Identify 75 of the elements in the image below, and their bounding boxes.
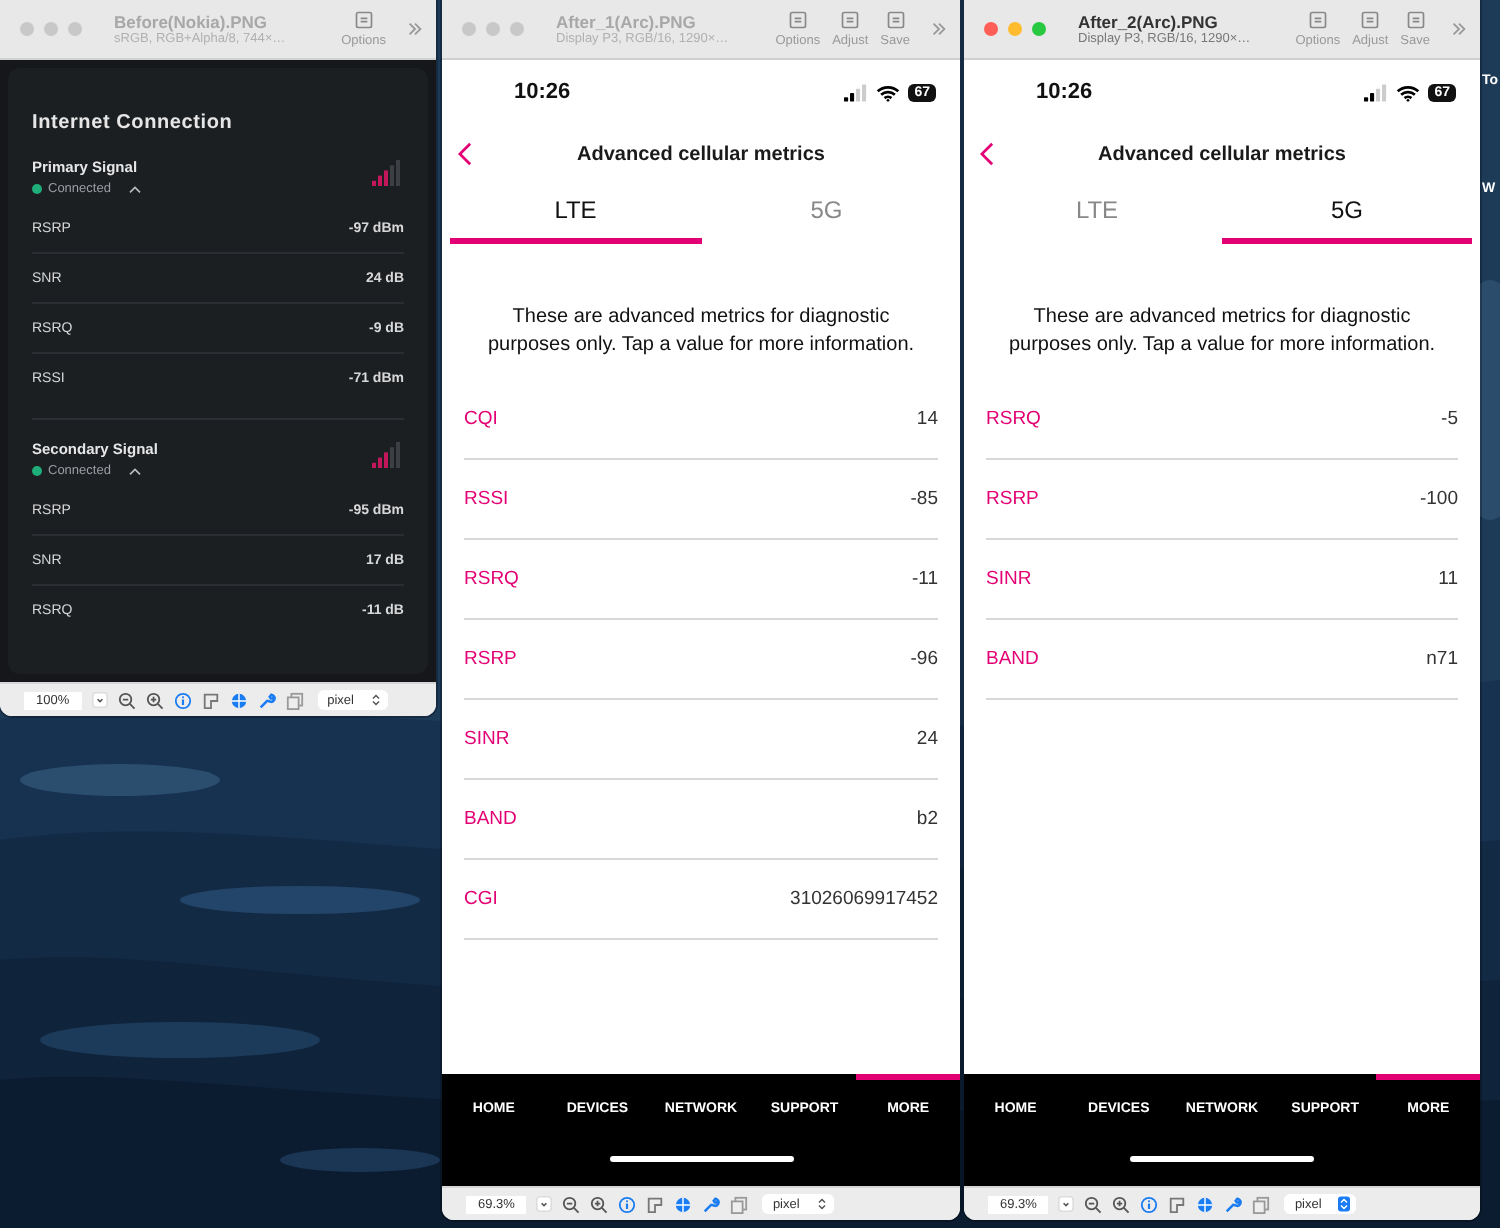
metric-row[interactable]: BAND b2 bbox=[464, 780, 938, 860]
pages-icon[interactable] bbox=[1252, 1195, 1271, 1213]
document-icon bbox=[1360, 10, 1381, 30]
info-icon[interactable] bbox=[618, 1195, 637, 1213]
wifi-icon bbox=[1396, 83, 1421, 101]
metric-row[interactable]: BAND n71 bbox=[986, 620, 1458, 700]
screen-title: Advanced cellular metrics bbox=[1098, 143, 1346, 165]
markup-icon[interactable] bbox=[1196, 1195, 1215, 1213]
more-chevron-icon[interactable] bbox=[406, 20, 424, 38]
stepper-icon bbox=[1337, 1196, 1350, 1212]
zoom-out-icon[interactable] bbox=[117, 691, 136, 709]
tab[interactable]: 5G bbox=[701, 184, 952, 244]
metric-row[interactable]: CQI 14 bbox=[464, 380, 938, 460]
wrench-icon[interactable] bbox=[257, 691, 276, 709]
signal-bars-icon bbox=[372, 158, 404, 186]
tab[interactable]: 5G bbox=[1222, 184, 1472, 244]
wifi-icon bbox=[876, 83, 901, 101]
metric-row[interactable]: RSRQ -11 bbox=[464, 540, 938, 620]
metric-row[interactable]: RSRP -96 bbox=[464, 620, 938, 700]
wrench-icon[interactable] bbox=[702, 1195, 721, 1213]
info-icon[interactable] bbox=[1140, 1195, 1159, 1213]
document-icon bbox=[1405, 10, 1426, 30]
tab[interactable]: LTE bbox=[450, 184, 701, 244]
tab[interactable]: LTE bbox=[972, 184, 1222, 244]
shape-icon[interactable] bbox=[646, 1195, 665, 1213]
back-icon[interactable] bbox=[980, 142, 994, 166]
caret-icon[interactable] bbox=[128, 184, 143, 194]
status-time: 10:26 bbox=[1036, 80, 1095, 104]
metric-row[interactable]: RSSI -85 bbox=[464, 460, 938, 540]
document-icon bbox=[840, 10, 861, 30]
window-controls-icon[interactable] bbox=[984, 22, 1046, 36]
document-icon bbox=[353, 10, 374, 30]
shape-icon[interactable] bbox=[1168, 1195, 1187, 1213]
signal-bars-icon bbox=[372, 440, 404, 468]
stepper-icon bbox=[815, 1196, 828, 1212]
description-text: These are advanced metrics for diagnostic purposes only. Tap a value for more information. bbox=[1006, 304, 1438, 360]
markup-icon[interactable] bbox=[674, 1195, 693, 1213]
zoom-out-icon[interactable] bbox=[1084, 1195, 1103, 1213]
info-icon[interactable] bbox=[173, 691, 192, 709]
status-dot-icon bbox=[32, 184, 42, 194]
metric-row[interactable]: RSRP -100 bbox=[986, 460, 1458, 540]
more-chevron-icon[interactable] bbox=[930, 20, 948, 38]
markup-icon[interactable] bbox=[229, 691, 248, 709]
zoom-in-icon[interactable] bbox=[590, 1195, 609, 1213]
wrench-icon[interactable] bbox=[1224, 1195, 1243, 1213]
zoom-in-icon[interactable] bbox=[145, 691, 164, 709]
more-chevron-icon[interactable] bbox=[1450, 20, 1468, 38]
pages-icon[interactable] bbox=[285, 691, 304, 709]
dropdown-caret-icon[interactable] bbox=[536, 1196, 553, 1212]
shape-icon[interactable] bbox=[201, 691, 220, 709]
window-title: Before(Nokia).PNG bbox=[114, 12, 270, 32]
pages-icon[interactable] bbox=[730, 1195, 749, 1213]
screen-title: Advanced cellular metrics bbox=[577, 143, 825, 165]
metric-row[interactable]: RSRQ -5 bbox=[986, 380, 1458, 460]
metric-row[interactable]: SINR 24 bbox=[464, 700, 938, 780]
document-icon bbox=[1307, 10, 1328, 30]
back-icon[interactable] bbox=[458, 142, 472, 166]
document-icon bbox=[885, 10, 906, 30]
metric-row[interactable]: SINR 11 bbox=[986, 540, 1458, 620]
status-dot-icon bbox=[32, 466, 42, 476]
window-title: After_2(Arc).PNG bbox=[1078, 12, 1220, 32]
window-title: After_1(Arc).PNG bbox=[556, 12, 698, 32]
metric-row[interactable]: CGI 31026069917452 bbox=[464, 860, 938, 940]
zoom-in-icon[interactable] bbox=[1112, 1195, 1131, 1213]
dropdown-caret-icon[interactable] bbox=[91, 692, 108, 708]
description-text: These are advanced metrics for diagnostic purposes only. Tap a value for more information. bbox=[485, 304, 917, 360]
document-icon bbox=[787, 10, 808, 30]
caret-icon[interactable] bbox=[128, 466, 143, 476]
cellular-signal-icon bbox=[844, 83, 869, 101]
dropdown-caret-icon[interactable] bbox=[1058, 1196, 1075, 1212]
stepper-icon bbox=[370, 692, 382, 708]
section-heading: Internet Connection bbox=[32, 112, 235, 134]
cellular-signal-icon bbox=[1364, 83, 1389, 101]
zoom-out-icon[interactable] bbox=[562, 1195, 581, 1213]
status-time: 10:26 bbox=[514, 80, 573, 104]
